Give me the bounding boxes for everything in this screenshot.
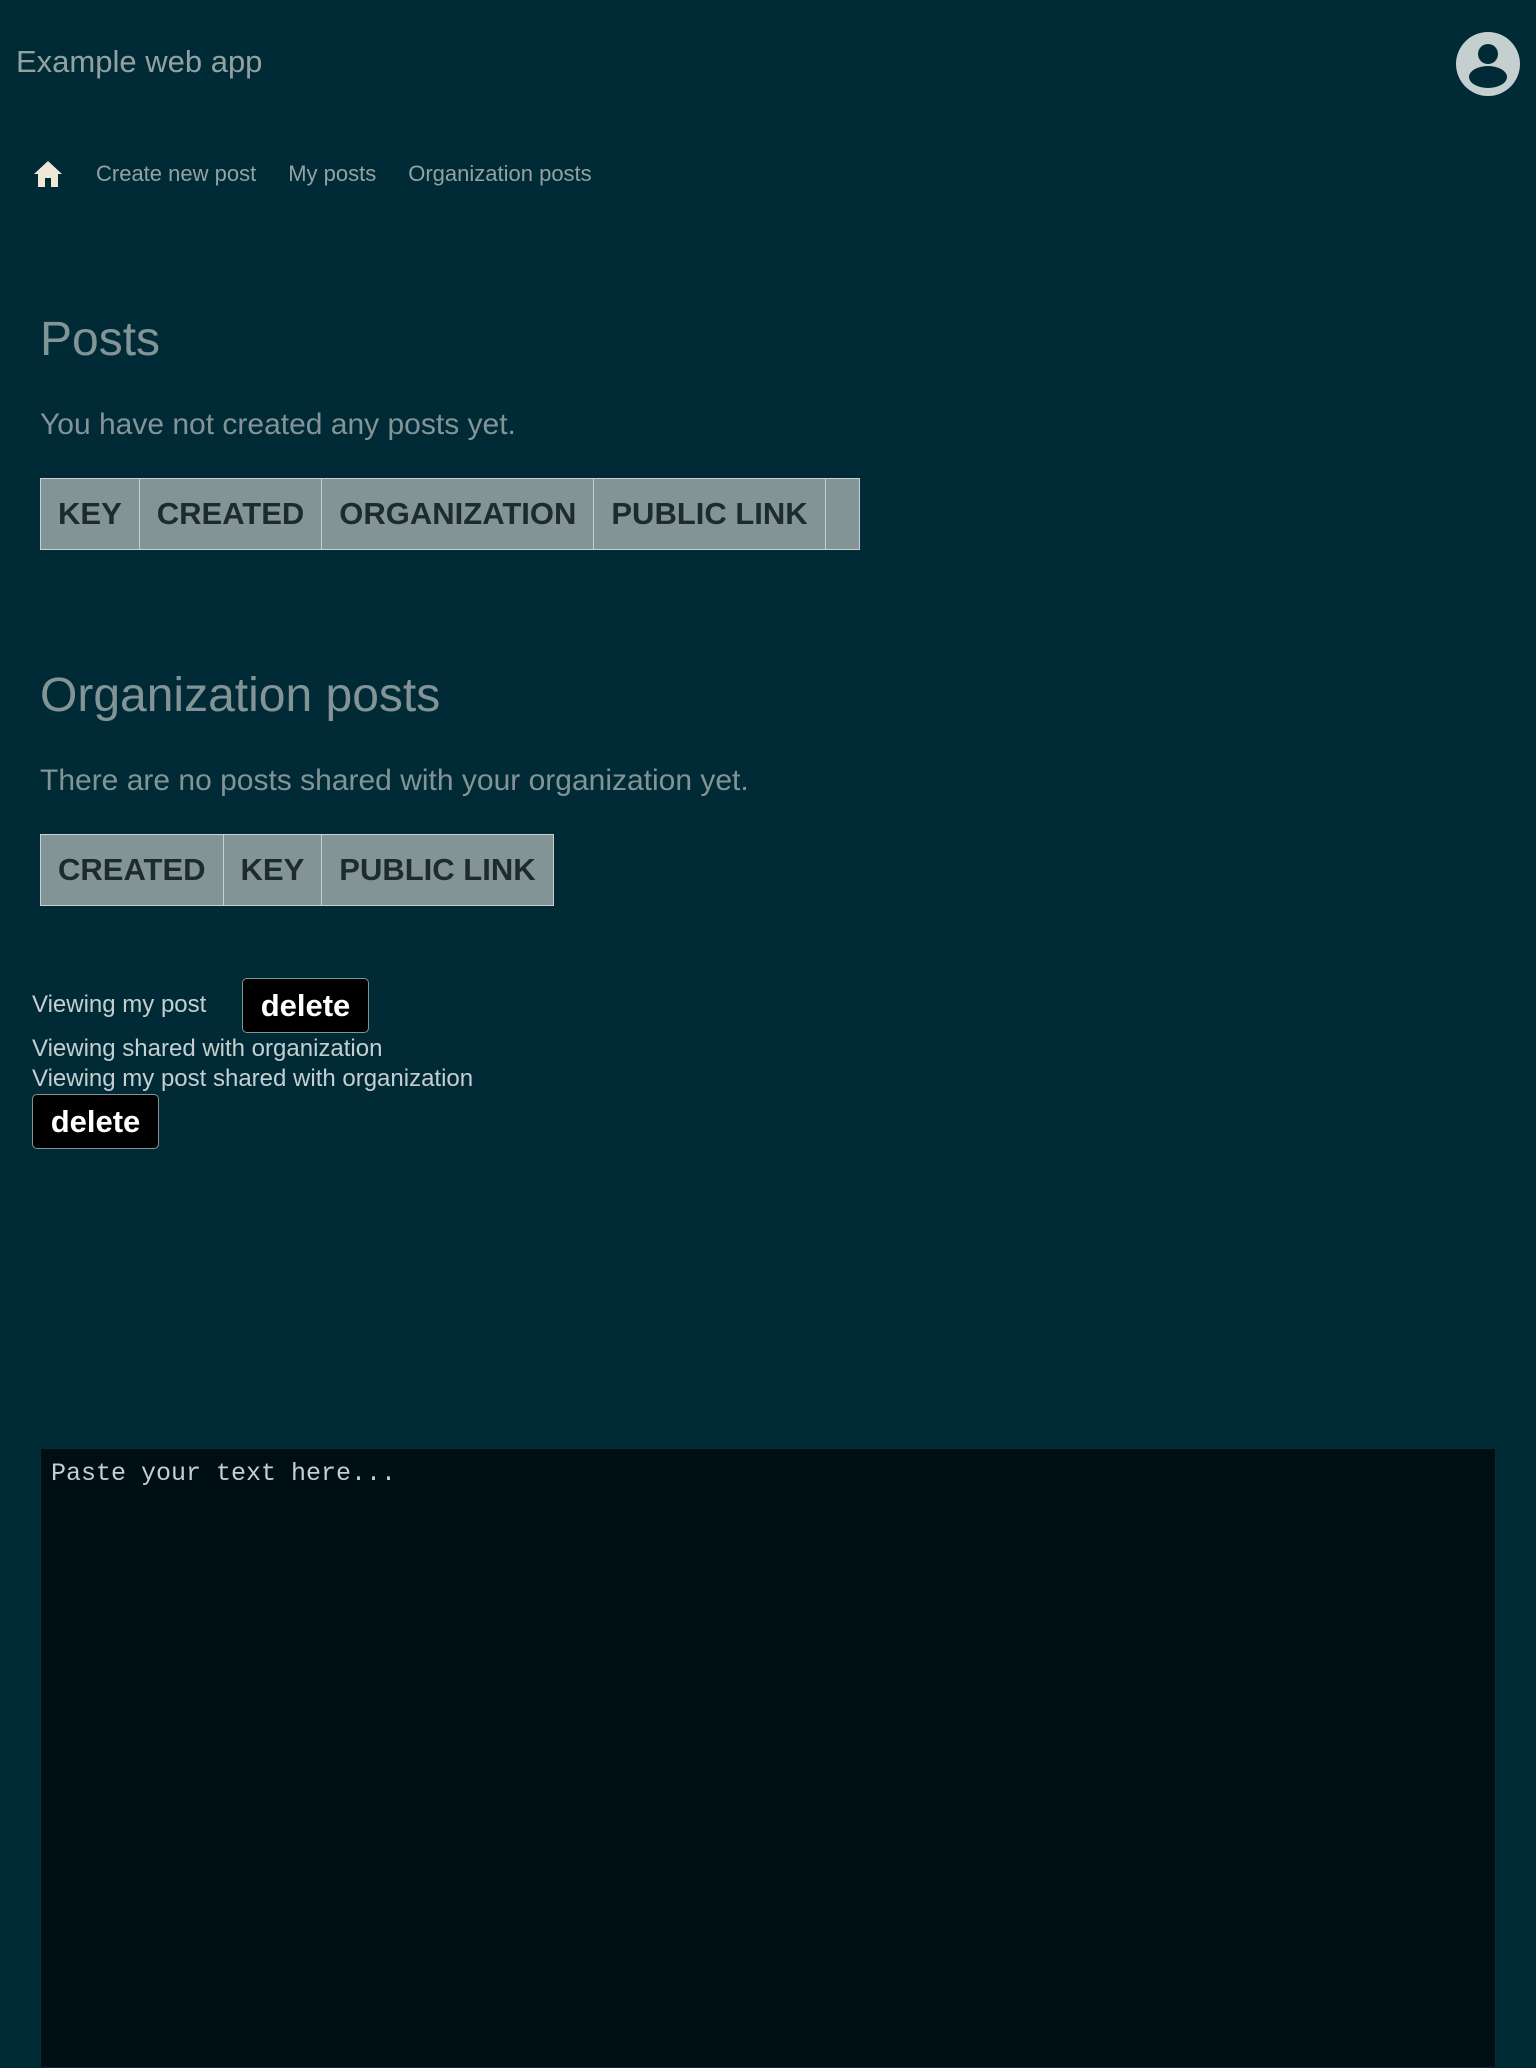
nav-link-org-posts[interactable]: Organization posts <box>408 161 591 187</box>
user-avatar[interactable] <box>1456 32 1520 96</box>
posts-heading: Posts <box>40 313 161 366</box>
viewing-shared-label: Viewing shared with organization <box>32 1035 383 1062</box>
home-icon <box>34 161 62 187</box>
app-header: Example web app <box>0 0 1536 124</box>
col-header-organization: ORGANIZATION <box>321 478 595 550</box>
org-posts-empty-message: There are no posts shared with your orga… <box>40 764 749 797</box>
col-header-public-link: PUBLIC LINK <box>593 478 826 550</box>
posts-table: KEY CREATED ORGANIZATION PUBLIC LINK <box>40 478 860 550</box>
col-header-created: CREATED <box>138 478 323 550</box>
col-header-key: KEY <box>222 834 323 906</box>
posts-empty-message: You have not created any posts yet. <box>40 408 516 441</box>
col-header-created: CREATED <box>40 834 224 906</box>
main-nav: Create new post My posts Organization po… <box>32 156 624 192</box>
col-header-actions <box>824 478 860 550</box>
nav-link-create-post[interactable]: Create new post <box>96 161 256 187</box>
viewing-my-post-shared-label: Viewing my post shared with organization <box>32 1065 474 1092</box>
org-posts-table: CREATED KEY PUBLIC LINK <box>40 834 554 906</box>
org-posts-table-header-row: CREATED KEY PUBLIC LINK <box>40 834 554 906</box>
nav-link-my-posts[interactable]: My posts <box>288 161 376 187</box>
org-posts-heading: Organization posts <box>40 669 441 722</box>
app-title: Example web app <box>16 44 263 79</box>
nav-home-link[interactable] <box>32 158 64 190</box>
posts-table-header-row: KEY CREATED ORGANIZATION PUBLIC LINK <box>40 478 860 550</box>
col-header-key: KEY <box>40 478 140 550</box>
delete-my-post-button[interactable]: delete <box>242 978 369 1033</box>
viewing-my-post-label: Viewing my post <box>32 991 207 1018</box>
paste-text-area[interactable] <box>40 1448 1496 2068</box>
delete-shared-post-button[interactable]: delete <box>32 1094 159 1149</box>
col-header-public-link: PUBLIC LINK <box>321 834 554 906</box>
user-circle-icon <box>1456 32 1520 96</box>
